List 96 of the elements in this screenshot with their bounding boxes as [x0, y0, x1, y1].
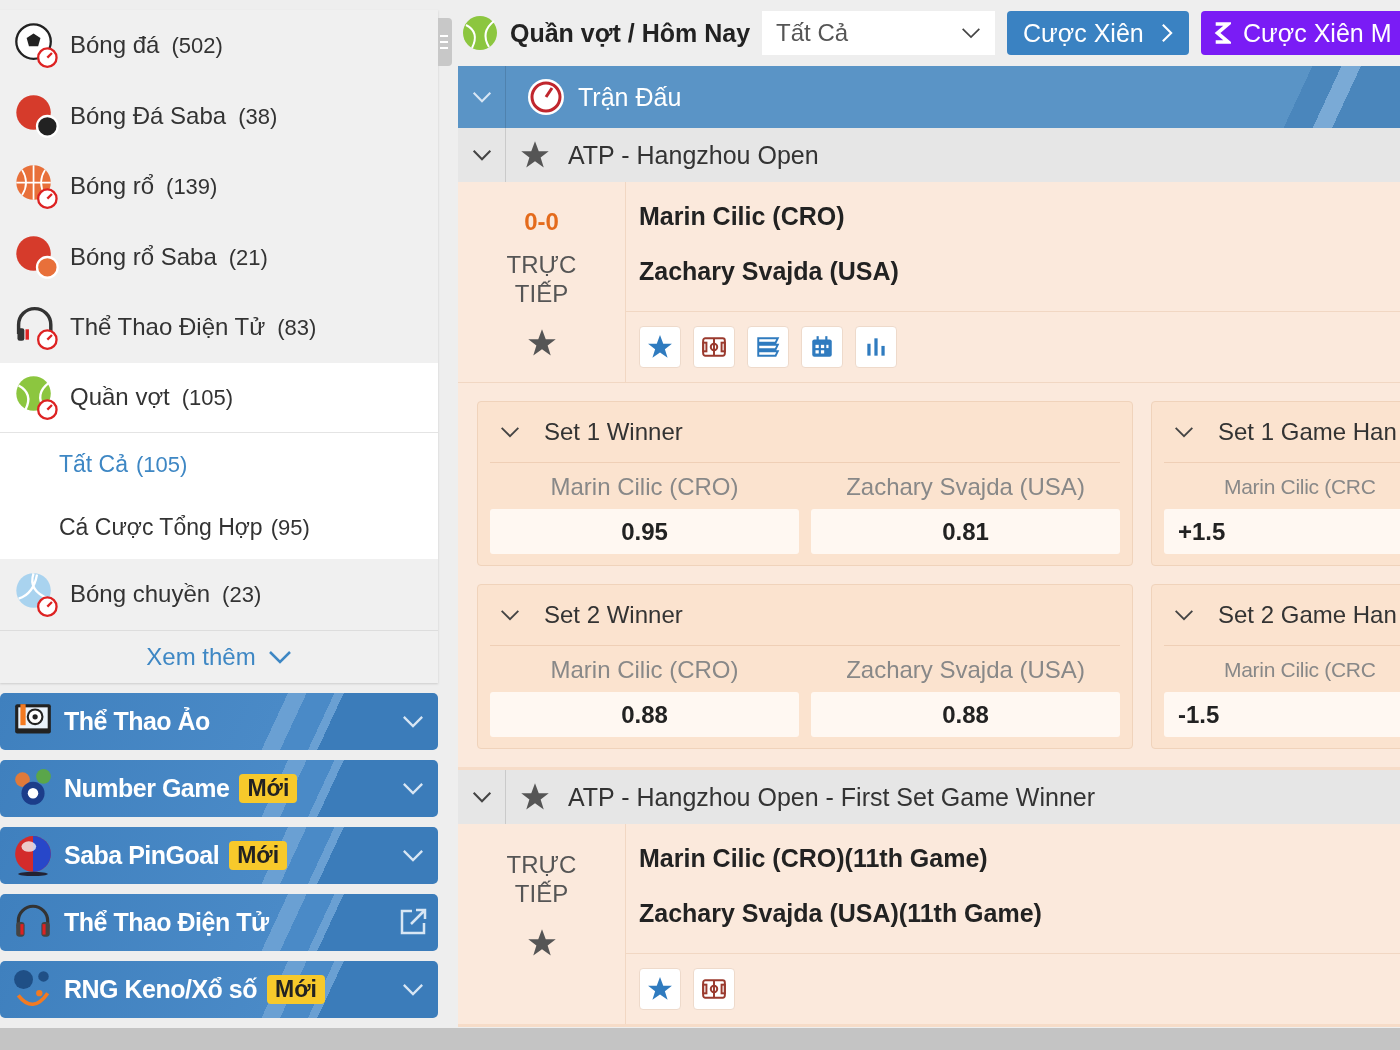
- odds-button[interactable]: 0.95: [490, 509, 799, 554]
- outcome-label: Zachary Svajda (USA): [845, 655, 1086, 685]
- team-name: Marin Cilic (CRO): [639, 202, 846, 231]
- chevron-down-icon: [402, 781, 424, 795]
- odds-button[interactable]: 0.81: [811, 509, 1120, 554]
- sport-menu-item[interactable]: Bóng đá (502): [0, 10, 438, 81]
- star-icon[interactable]: [520, 782, 550, 812]
- chevron-down-icon[interactable]: [500, 426, 520, 438]
- category-panel[interactable]: Thể Thao Điện Tử: [0, 893, 438, 951]
- new-badge: Mới: [239, 773, 298, 803]
- panel-title: Saba PinGoal: [64, 840, 220, 870]
- favorite-button[interactable]: [639, 968, 681, 1010]
- league-name: ATP - Hangzhou Open: [568, 140, 819, 170]
- sport-menu-item[interactable]: Bóng rổ Saba (21): [0, 221, 438, 292]
- new-badge: Mới: [229, 840, 288, 870]
- odds-button[interactable]: 0.88: [811, 692, 1120, 737]
- ticket-button[interactable]: [747, 326, 789, 368]
- league-header[interactable]: ATP - Hangzhou Open: [458, 128, 1400, 182]
- live-label: TRỰC TIẾP: [505, 850, 578, 908]
- scrollbar[interactable]: [0, 1028, 1400, 1050]
- stack-icon: [755, 334, 781, 360]
- category-panel[interactable]: Saba PinGoal Mới: [0, 826, 438, 884]
- favorite-button[interactable]: [639, 326, 681, 368]
- sport-menu-item[interactable]: Bóng chuyền (23): [0, 559, 438, 630]
- headset-icon: [14, 304, 60, 351]
- sport-menu-item[interactable]: Bóng Đá Saba (38): [0, 80, 438, 151]
- odds-button[interactable]: 0.88: [490, 692, 799, 737]
- star-icon[interactable]: [520, 140, 550, 170]
- chevron-down-icon: [402, 714, 424, 728]
- star-icon[interactable]: [526, 328, 557, 358]
- stopwatch-icon: [526, 77, 566, 117]
- external-link-icon: [398, 907, 428, 937]
- star-icon[interactable]: [526, 928, 557, 958]
- sidebar-toggle[interactable]: [438, 18, 452, 66]
- globe-icon: [12, 834, 54, 876]
- ball-icon: [14, 22, 60, 69]
- odds-button[interactable]: -1.5: [1164, 692, 1400, 737]
- odds-button[interactable]: +1.5: [1164, 509, 1400, 554]
- sport-menu-item[interactable]: Quần vợt (105): [0, 362, 438, 433]
- team-name: Zachary Svajda (USA)(11th Game): [639, 899, 1043, 928]
- panel-title: Number Game: [64, 773, 230, 803]
- sport-menu-item[interactable]: Bóng rổ (139): [0, 151, 438, 222]
- panel-title: Thể Thao Điện Tử: [64, 907, 269, 937]
- category-panel[interactable]: RNG Keno/Xổ số Mới: [0, 960, 438, 1018]
- outcome-label: Marin Cilic (CRO): [549, 655, 740, 685]
- sport-menu-item[interactable]: Thể Thao Điện Tử (83): [0, 292, 438, 363]
- chevron-down-icon: [961, 27, 982, 39]
- ball-icon: [14, 233, 60, 280]
- mix-parlay-button[interactable]: Cược Xiên M: [1201, 11, 1400, 55]
- stats-button[interactable]: [855, 326, 897, 368]
- tennis-ball-icon: [462, 15, 498, 51]
- league-header[interactable]: ATP - Hangzhou Open - First Set Game Winner: [458, 770, 1400, 824]
- market-title: Set 2 Winner: [544, 601, 683, 629]
- market-title: Set 2 Game Han: [1218, 601, 1397, 629]
- outcome-label: Zachary Svajda (USA): [845, 472, 1086, 502]
- chevron-right-icon: [1161, 23, 1174, 43]
- chevron-down-icon: [402, 848, 424, 862]
- category-panel[interactable]: Number Game Mới: [0, 759, 438, 817]
- ball-icon: [14, 92, 60, 139]
- score: 0-0: [524, 208, 559, 236]
- filter-dropdown[interactable]: Tất Cả: [762, 11, 996, 55]
- star-icon: [647, 976, 673, 1002]
- chevron-down-icon[interactable]: [1174, 426, 1194, 438]
- panel-title: Thể Thao Ảo: [64, 706, 210, 736]
- submenu-item[interactable]: Tất Cả (105): [0, 433, 438, 496]
- team-name: Zachary Svajda (USA): [639, 257, 900, 286]
- field-button[interactable]: [693, 326, 735, 368]
- league-name: ATP - Hangzhou Open - First Set Game Winner: [568, 782, 1096, 812]
- new-badge: Mới: [267, 974, 325, 1004]
- market-title: Set 1 Winner: [544, 418, 683, 446]
- category-panel[interactable]: Thể Thao Ảo: [0, 692, 438, 750]
- panel-title: RNG Keno/Xổ số: [64, 974, 257, 1004]
- outcome-label: Marin Cilic (CRO): [549, 472, 740, 502]
- zigzag-icon: [1213, 21, 1232, 45]
- parlay-button[interactable]: Cược Xiên: [1007, 11, 1190, 55]
- outcome-label: Marin Cilic (CRC: [1223, 657, 1377, 683]
- chevron-down-icon[interactable]: [1174, 609, 1194, 621]
- chevron-down-icon: [267, 649, 292, 664]
- market-title: Set 1 Game Han: [1218, 418, 1397, 446]
- team-name: Marin Cilic (CRO)(11th Game): [639, 844, 989, 873]
- live-label: TRỰC TIẾP: [505, 250, 578, 308]
- pitch-icon: [701, 334, 727, 360]
- breadcrumb: Quần vợt / Hôm Nay: [510, 18, 751, 48]
- ball-icon: [14, 163, 60, 210]
- chevron-down-icon: [402, 982, 424, 996]
- calendar-icon: [809, 334, 835, 360]
- outcome-label: Marin Cilic (CRC: [1223, 474, 1377, 500]
- submenu-item[interactable]: Cá Cược Tổng Hợp (95): [0, 496, 438, 559]
- pitch-icon: [701, 976, 727, 1002]
- calendar-button[interactable]: [801, 326, 843, 368]
- ball-icon: [14, 374, 60, 421]
- section-title: Trận Đấu: [578, 82, 682, 112]
- chevron-down-icon[interactable]: [500, 609, 520, 621]
- star-icon: [647, 334, 673, 360]
- field-button[interactable]: [693, 968, 735, 1010]
- ball-icon: [14, 571, 60, 618]
